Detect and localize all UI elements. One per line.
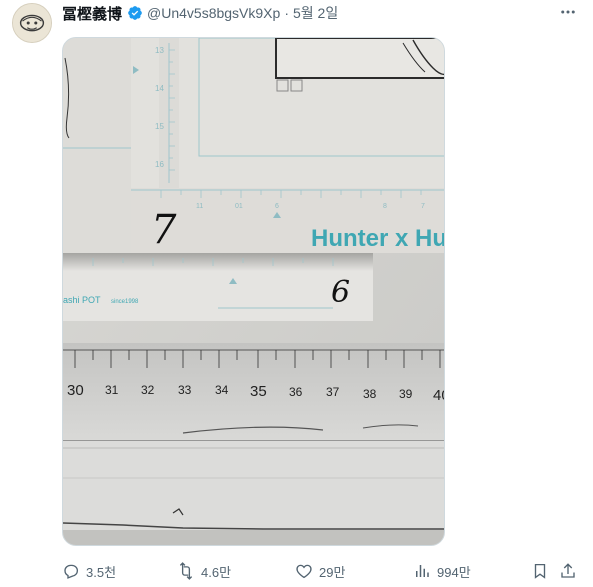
ruler-num-32: 32	[141, 383, 155, 397]
top-ruler-num-3: 16	[155, 160, 164, 169]
heart-icon	[296, 564, 312, 579]
display-name[interactable]: 冨樫義博	[62, 3, 122, 24]
brand-strip-text: ashi POT	[63, 295, 101, 305]
ruler-num-35: 35	[250, 383, 267, 400]
tweet-header: 冨樫義博 @Un4v5s8bgsVk9Xp · 5월 2일	[62, 3, 573, 23]
ruler-num-31: 31	[105, 383, 119, 397]
bookmark-icon	[534, 563, 546, 579]
share-button[interactable]	[559, 560, 577, 582]
side-ruler-num-0: 11	[196, 203, 203, 210]
retweet-icon	[179, 562, 193, 580]
retweet-count: 4.6만	[201, 564, 232, 580]
reply-count: 3.5천	[86, 564, 117, 580]
left-manuscript-sheet	[63, 38, 131, 253]
verified-badge-icon	[128, 6, 142, 20]
views-button[interactable]: 994만	[413, 560, 471, 582]
more-button[interactable]	[557, 3, 579, 21]
side-ruler-num-1: 01	[235, 203, 243, 210]
more-icon	[561, 10, 575, 14]
ruler-num-38: 38	[363, 387, 377, 401]
handwritten-six: 6	[331, 275, 350, 310]
tweet-date[interactable]: 5월 2일	[293, 3, 338, 23]
avatar-illustration	[13, 4, 51, 42]
ruler-num-34: 34	[215, 383, 229, 397]
separator-dot: ·	[284, 5, 289, 21]
top-ruler-num-2: 15	[155, 122, 164, 131]
handwritten-seven: 7	[151, 207, 177, 253]
user-handle[interactable]: @Un4v5s8bgsVk9Xp	[147, 5, 280, 21]
ruler-num-39: 39	[399, 387, 413, 401]
tweet-photo[interactable]: 13 14 15 16 11 01 6 8 7 Hunter x Hu 7 as…	[62, 37, 445, 546]
top-ruler-num-0: 13	[155, 46, 164, 55]
ruler-num-36: 36	[289, 385, 303, 399]
ruler-num-30: 30	[67, 382, 84, 399]
reply-icon	[64, 564, 79, 579]
ruler-num-33: 33	[178, 383, 192, 397]
since-text: since1998	[111, 299, 139, 305]
bookmark-button[interactable]	[531, 560, 549, 582]
side-ruler-num-3: 8	[383, 203, 387, 210]
tweet-actions: 3.5천 4.6만 29만 994만	[62, 560, 582, 582]
avatar[interactable]	[12, 3, 52, 43]
ruler-num-37: 37	[326, 385, 340, 399]
top-ruler-num-1: 14	[155, 84, 164, 93]
view-count: 994만	[437, 564, 471, 580]
views-icon	[416, 565, 429, 577]
tweet: 冨樫義博 @Un4v5s8bgsVk9Xp · 5월 2일 13 14 15 1…	[0, 0, 593, 587]
side-ruler-num-4: 7	[421, 203, 425, 210]
reply-button[interactable]: 3.5천	[62, 560, 116, 582]
share-icon	[561, 563, 575, 578]
like-count: 29만	[319, 564, 346, 580]
retweet-button[interactable]: 4.6만	[177, 560, 231, 582]
ruler-num-40: 40	[433, 387, 445, 404]
like-button[interactable]: 29만	[295, 560, 345, 582]
photo-scene: 13 14 15 16 11 01 6 8 7 Hunter x Hu 7 as…	[63, 38, 445, 545]
side-ruler-num-2: 6	[275, 203, 279, 210]
hunter-x-hunter-logo: Hunter x Hu	[311, 225, 445, 252]
